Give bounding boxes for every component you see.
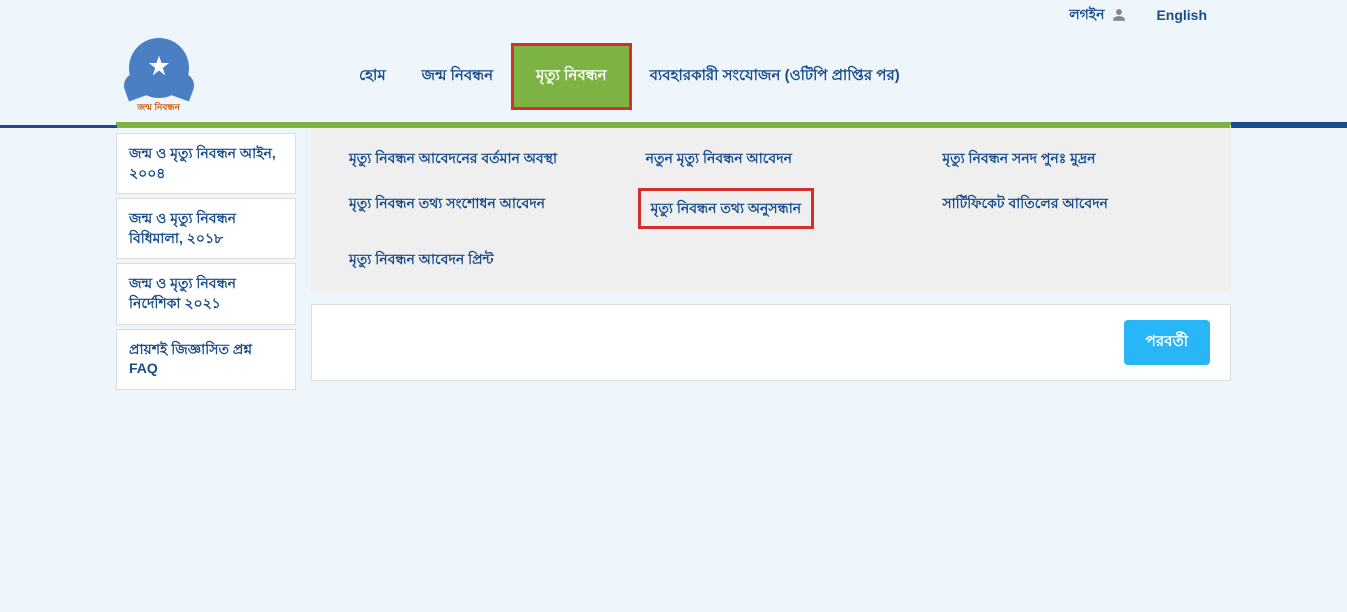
nav-home[interactable]: হোম [341, 52, 404, 101]
content: মৃত্যু নিবন্ধন আবেদনের বর্তমান অবস্থা নত… [311, 125, 1231, 394]
nav-death[interactable]: মৃত্যু নিবন্ধন [511, 43, 632, 110]
sidebar-item-faq[interactable]: প্রায়শই জিজ্ঞাসিত প্রশ্ন FAQ [116, 329, 296, 390]
dropdown-item-search[interactable]: মৃত্যু নিবন্ধন তথ্য অনুসন্ধান [638, 188, 814, 228]
top-bar: লগইন English [0, 0, 1347, 30]
next-button[interactable]: পরবর্তী [1124, 320, 1210, 365]
dropdown-item-status[interactable]: মৃত্যু নিবন্ধন আবেদনের বর্তমান অবস্থা [341, 143, 608, 173]
header: জন্ম নিবন্ধন হোম জন্ম নিবন্ধন মৃত্যু নিব… [116, 30, 1231, 125]
login-link[interactable]: লগইন [1069, 3, 1126, 27]
dropdown-item-print[interactable]: মৃত্যু নিবন্ধন আবেদন প্রিন্ট [341, 244, 608, 274]
dropdown-item-new-application[interactable]: নতুন মৃত্যু নিবন্ধন আবেদন [638, 143, 905, 173]
main-nav: হোম জন্ম নিবন্ধন মৃত্যু নিবন্ধন ব্যবহারক… [341, 43, 918, 110]
nav-user[interactable]: ব্যবহারকারী সংযোজন (ওটিপি প্রাপ্তির পর) [632, 52, 918, 101]
logo[interactable]: জন্ম নিবন্ধন [116, 34, 201, 119]
action-row: পরবর্তী [311, 304, 1231, 381]
sidebar: জন্ম ও মৃত্যু নিবন্ধন আইন, ২০০৪ জন্ম ও ম… [116, 125, 296, 394]
dropdown-item-cancel-cert[interactable]: সার্টিফিকেট বাতিলের আবেদন [934, 188, 1201, 228]
sidebar-item-law-2004[interactable]: জন্ম ও মৃত্যু নিবন্ধন আইন, ২০০৪ [116, 133, 296, 194]
dropdown-panel: মৃত্যু নিবন্ধন আবেদনের বর্তমান অবস্থা নত… [311, 125, 1231, 292]
dropdown-item-reprint[interactable]: মৃত্যু নিবন্ধন সনদ পুনঃ মুদ্রন [934, 143, 1201, 173]
login-label: লগইন [1069, 3, 1104, 27]
nav-birth[interactable]: জন্ম নিবন্ধন [404, 52, 511, 101]
sidebar-item-guidelines-2021[interactable]: জন্ম ও মৃত্যু নিবন্ধন নির্দেশিকা ২০২১ [116, 263, 296, 324]
user-icon [1112, 8, 1126, 22]
sidebar-item-rules-2018[interactable]: জন্ম ও মৃত্যু নিবন্ধন বিধিমালা, ২০১৮ [116, 198, 296, 259]
dropdown-item-correction[interactable]: মৃত্যু নিবন্ধন তথ্য সংশোধন আবেদন [341, 188, 608, 228]
logo-icon [129, 38, 189, 98]
language-link[interactable]: English [1156, 7, 1207, 23]
